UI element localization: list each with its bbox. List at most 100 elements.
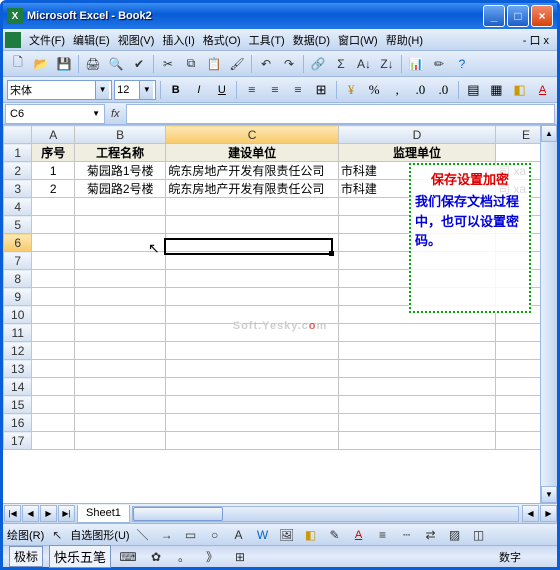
draw-menu[interactable]: 绘图(R) — [7, 527, 44, 543]
chevron-down-icon[interactable]: ▼ — [92, 109, 100, 118]
fx-icon[interactable]: fx — [105, 108, 126, 120]
row-header[interactable]: 11 — [4, 324, 32, 342]
save-icon[interactable]: 💾 — [53, 53, 75, 75]
help-icon[interactable]: ? — [451, 53, 473, 75]
undo-icon[interactable]: ↶ — [255, 53, 277, 75]
line-style-icon[interactable]: ≡ — [372, 524, 394, 546]
cell[interactable] — [338, 324, 495, 342]
textbox-icon[interactable]: A — [228, 524, 250, 546]
scroll-left-button[interactable]: ◀ — [522, 505, 539, 522]
cell[interactable] — [166, 198, 338, 216]
menu-tools[interactable]: 工具(T) — [245, 30, 289, 50]
font-color-button[interactable]: A — [532, 80, 553, 100]
font-color-icon[interactable]: A — [348, 524, 370, 546]
cell[interactable] — [166, 378, 338, 396]
select-arrow-icon[interactable]: ↖ — [46, 524, 68, 546]
cell[interactable] — [166, 270, 338, 288]
cell[interactable] — [32, 342, 75, 360]
row-header[interactable]: 7 — [4, 252, 32, 270]
fill-icon[interactable]: ◧ — [300, 524, 322, 546]
cell[interactable] — [75, 324, 166, 342]
row-header[interactable]: 5 — [4, 216, 32, 234]
cell[interactable]: 序号 — [32, 144, 75, 162]
cell[interactable] — [166, 432, 338, 450]
cell[interactable] — [75, 198, 166, 216]
cell[interactable] — [32, 360, 75, 378]
tab-first-button[interactable]: |◀ — [4, 505, 21, 522]
row-header[interactable]: 14 — [4, 378, 32, 396]
scroll-up-button[interactable]: ▲ — [541, 125, 557, 142]
underline-button[interactable]: U — [211, 80, 232, 100]
minimize-button[interactable]: _ — [483, 5, 505, 27]
paste-icon[interactable]: 📋 — [203, 53, 225, 75]
align-left-button[interactable]: ≡ — [241, 80, 262, 100]
fill-color-button[interactable]: ◧ — [509, 80, 530, 100]
ime-indicator-1[interactable]: 极标 — [9, 546, 43, 567]
bold-button[interactable]: B — [165, 80, 186, 100]
cell[interactable] — [166, 414, 338, 432]
cell[interactable] — [166, 234, 338, 252]
ime-softkb-icon[interactable]: ⊞ — [229, 546, 251, 568]
increase-decimal-button[interactable]: .0 — [410, 80, 431, 100]
3d-icon[interactable]: ◫ — [468, 524, 490, 546]
borders-button[interactable]: ▦ — [486, 80, 507, 100]
cell[interactable] — [338, 342, 495, 360]
col-header-d[interactable]: D — [338, 126, 495, 144]
wordart-icon[interactable]: W — [252, 524, 274, 546]
cell[interactable] — [75, 288, 166, 306]
cell[interactable] — [32, 396, 75, 414]
cell[interactable] — [32, 198, 75, 216]
decrease-decimal-button[interactable]: .0 — [433, 80, 454, 100]
oval-icon[interactable]: ○ — [204, 524, 226, 546]
font-name-combo[interactable]: 宋体 ▼ — [7, 80, 112, 100]
cell[interactable]: 建设单位 — [166, 144, 338, 162]
font-size-combo[interactable]: 12 ▼ — [114, 80, 156, 100]
autoshapes-menu[interactable]: 自选图形(U) — [70, 527, 129, 543]
print-icon[interactable]: 🖨 — [82, 53, 104, 75]
row-header[interactable]: 1 — [4, 144, 32, 162]
cell[interactable] — [32, 270, 75, 288]
row-header[interactable]: 12 — [4, 342, 32, 360]
cell[interactable]: 菊园路2号楼 — [75, 180, 166, 198]
merge-button[interactable]: ⊞ — [311, 80, 332, 100]
row-header[interactable]: 3 — [4, 180, 32, 198]
cell[interactable]: 监理单位 — [338, 144, 495, 162]
cell[interactable] — [166, 252, 338, 270]
cell[interactable] — [166, 342, 338, 360]
arrow-style-icon[interactable]: ⇄ — [420, 524, 442, 546]
align-center-button[interactable]: ≡ — [264, 80, 285, 100]
menu-format[interactable]: 格式(O) — [199, 30, 245, 50]
vertical-scrollbar[interactable]: ▲ ▼ — [540, 125, 557, 503]
chevron-down-icon[interactable]: ▼ — [95, 81, 109, 99]
spell-icon[interactable]: ✔ — [128, 53, 150, 75]
chevron-down-icon[interactable]: ▼ — [139, 81, 153, 99]
ime-icon[interactable]: ⌨ — [117, 546, 139, 568]
indent-button[interactable]: ▤ — [463, 80, 484, 100]
cell[interactable]: 2 — [32, 180, 75, 198]
cell[interactable] — [32, 306, 75, 324]
close-button[interactable]: × — [531, 5, 553, 27]
ime-indicator-2[interactable]: 快乐五笔 — [49, 545, 111, 568]
open-icon[interactable]: 📂 — [30, 53, 52, 75]
cell[interactable] — [75, 360, 166, 378]
cell[interactable] — [75, 270, 166, 288]
cell[interactable] — [32, 324, 75, 342]
cell[interactable] — [338, 396, 495, 414]
col-header-b[interactable]: B — [75, 126, 166, 144]
clipart-icon[interactable]: 🖼 — [276, 524, 298, 546]
dash-style-icon[interactable]: ┄ — [396, 524, 418, 546]
ime-width-icon[interactable]: 》 — [201, 546, 223, 568]
cell[interactable] — [166, 288, 338, 306]
cell[interactable]: 1 — [32, 162, 75, 180]
chart-icon[interactable]: 📊 — [405, 53, 427, 75]
cell[interactable] — [338, 432, 495, 450]
currency-button[interactable]: ¥ — [341, 80, 362, 100]
comma-button[interactable]: , — [387, 80, 408, 100]
select-all-corner[interactable] — [4, 126, 32, 144]
col-header-c[interactable]: C — [166, 126, 338, 144]
app-menu-icon[interactable] — [5, 32, 21, 48]
menu-data[interactable]: 数据(D) — [289, 30, 334, 50]
maximize-button[interactable]: □ — [507, 5, 529, 27]
cell[interactable] — [75, 252, 166, 270]
name-box[interactable]: C6 ▼ — [5, 104, 105, 124]
